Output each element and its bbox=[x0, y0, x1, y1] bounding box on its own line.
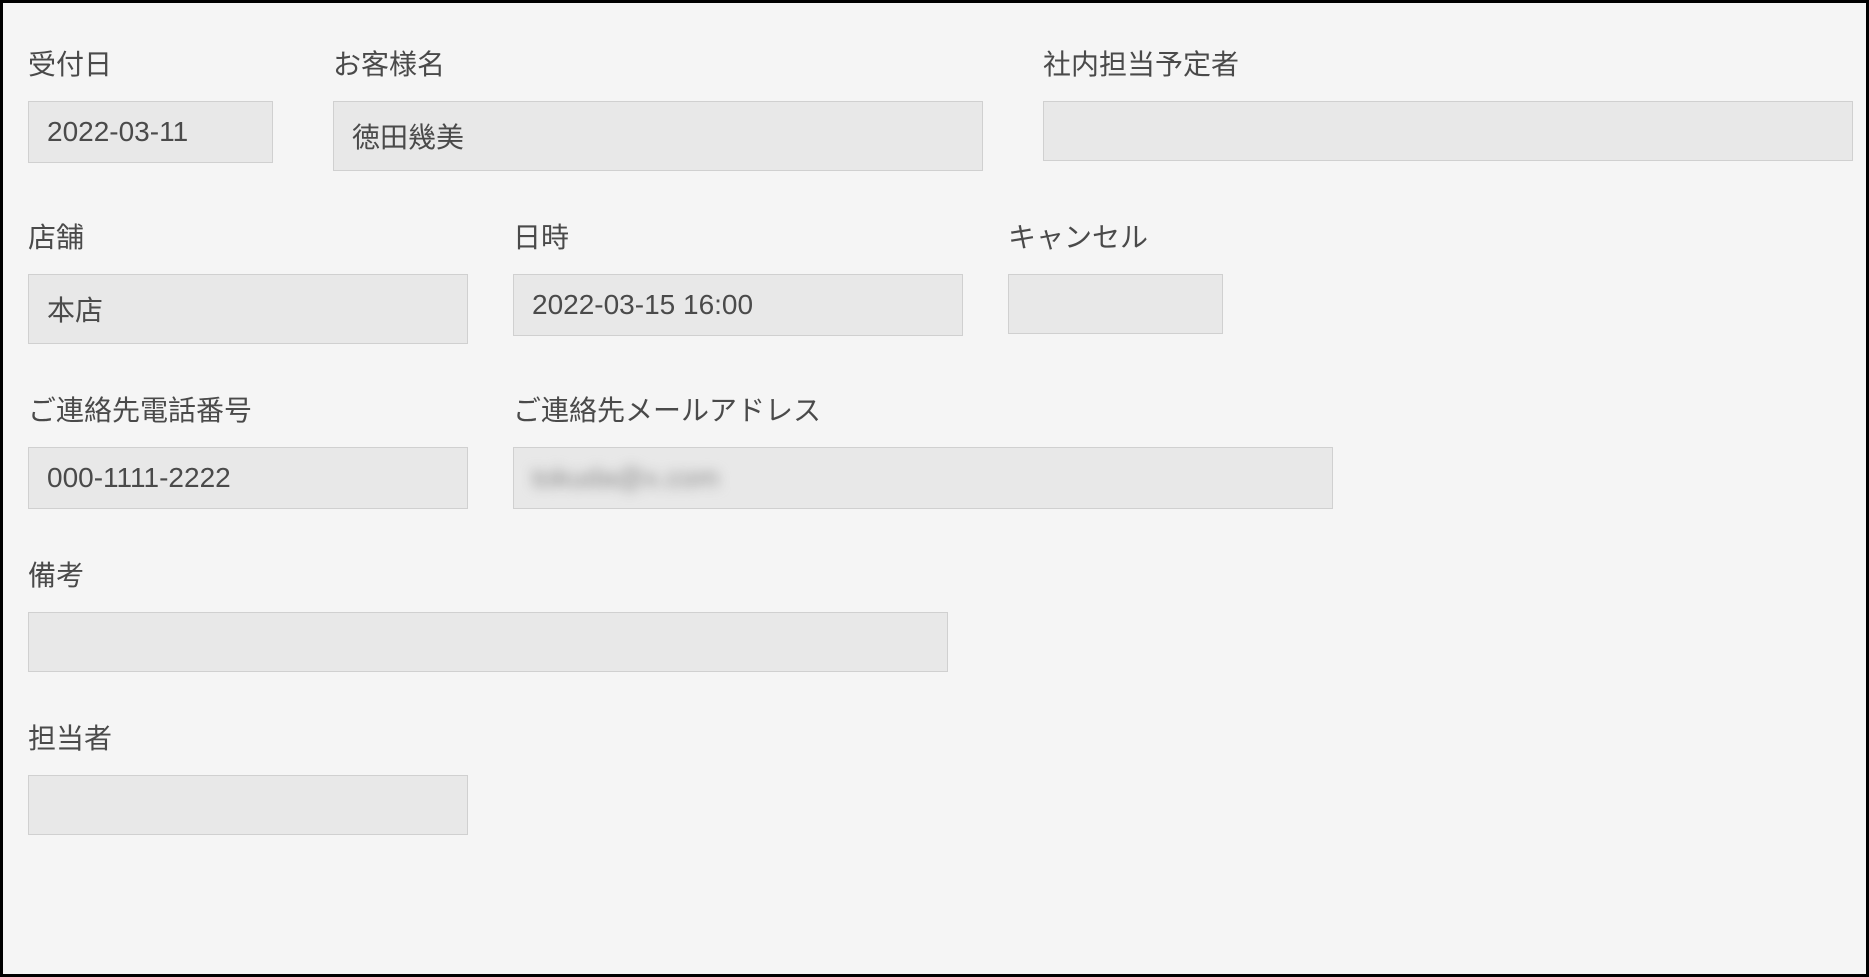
form-row-1: 受付日 2022-03-11 お客様名 徳田幾美 社内担当予定者 bbox=[28, 43, 1841, 171]
form-row-4: 備考 bbox=[28, 554, 1841, 672]
store-value[interactable]: 本店 bbox=[28, 274, 468, 344]
person-in-charge-label: 担当者 bbox=[28, 717, 468, 757]
cancel-field: キャンセル bbox=[1008, 216, 1223, 344]
internal-person-value[interactable] bbox=[1043, 101, 1853, 161]
form-container: 受付日 2022-03-11 お客様名 徳田幾美 社内担当予定者 店舗 本店 日… bbox=[0, 0, 1869, 977]
email-label: ご連絡先メールアドレス bbox=[513, 389, 1333, 429]
datetime-value[interactable]: 2022-03-15 16:00 bbox=[513, 274, 963, 336]
phone-label: ご連絡先電話番号 bbox=[28, 389, 468, 429]
reception-date-field: 受付日 2022-03-11 bbox=[28, 43, 273, 171]
customer-name-label: お客様名 bbox=[333, 43, 983, 83]
customer-name-field: お客様名 徳田幾美 bbox=[333, 43, 983, 171]
phone-value[interactable]: 000-1111-2222 bbox=[28, 447, 468, 509]
form-row-3: ご連絡先電話番号 000-1111-2222 ご連絡先メールアドレス tokud… bbox=[28, 389, 1841, 509]
notes-field: 備考 bbox=[28, 554, 948, 672]
reception-date-label: 受付日 bbox=[28, 43, 273, 83]
form-row-5: 担当者 bbox=[28, 717, 1841, 835]
person-in-charge-field: 担当者 bbox=[28, 717, 468, 835]
notes-value[interactable] bbox=[28, 612, 948, 672]
datetime-label: 日時 bbox=[513, 216, 963, 256]
internal-person-label: 社内担当予定者 bbox=[1043, 43, 1853, 83]
store-label: 店舗 bbox=[28, 216, 468, 256]
email-value-text: tokuda@x.com bbox=[532, 462, 719, 494]
cancel-value[interactable] bbox=[1008, 274, 1223, 334]
customer-name-value[interactable]: 徳田幾美 bbox=[333, 101, 983, 171]
email-value[interactable]: tokuda@x.com bbox=[513, 447, 1333, 509]
datetime-field: 日時 2022-03-15 16:00 bbox=[513, 216, 963, 344]
store-field: 店舗 本店 bbox=[28, 216, 468, 344]
email-field: ご連絡先メールアドレス tokuda@x.com bbox=[513, 389, 1333, 509]
cancel-label: キャンセル bbox=[1008, 216, 1223, 256]
form-row-2: 店舗 本店 日時 2022-03-15 16:00 キャンセル bbox=[28, 216, 1841, 344]
internal-person-field: 社内担当予定者 bbox=[1043, 43, 1853, 171]
person-in-charge-value[interactable] bbox=[28, 775, 468, 835]
reception-date-value[interactable]: 2022-03-11 bbox=[28, 101, 273, 163]
phone-field: ご連絡先電話番号 000-1111-2222 bbox=[28, 389, 468, 509]
notes-label: 備考 bbox=[28, 554, 948, 594]
